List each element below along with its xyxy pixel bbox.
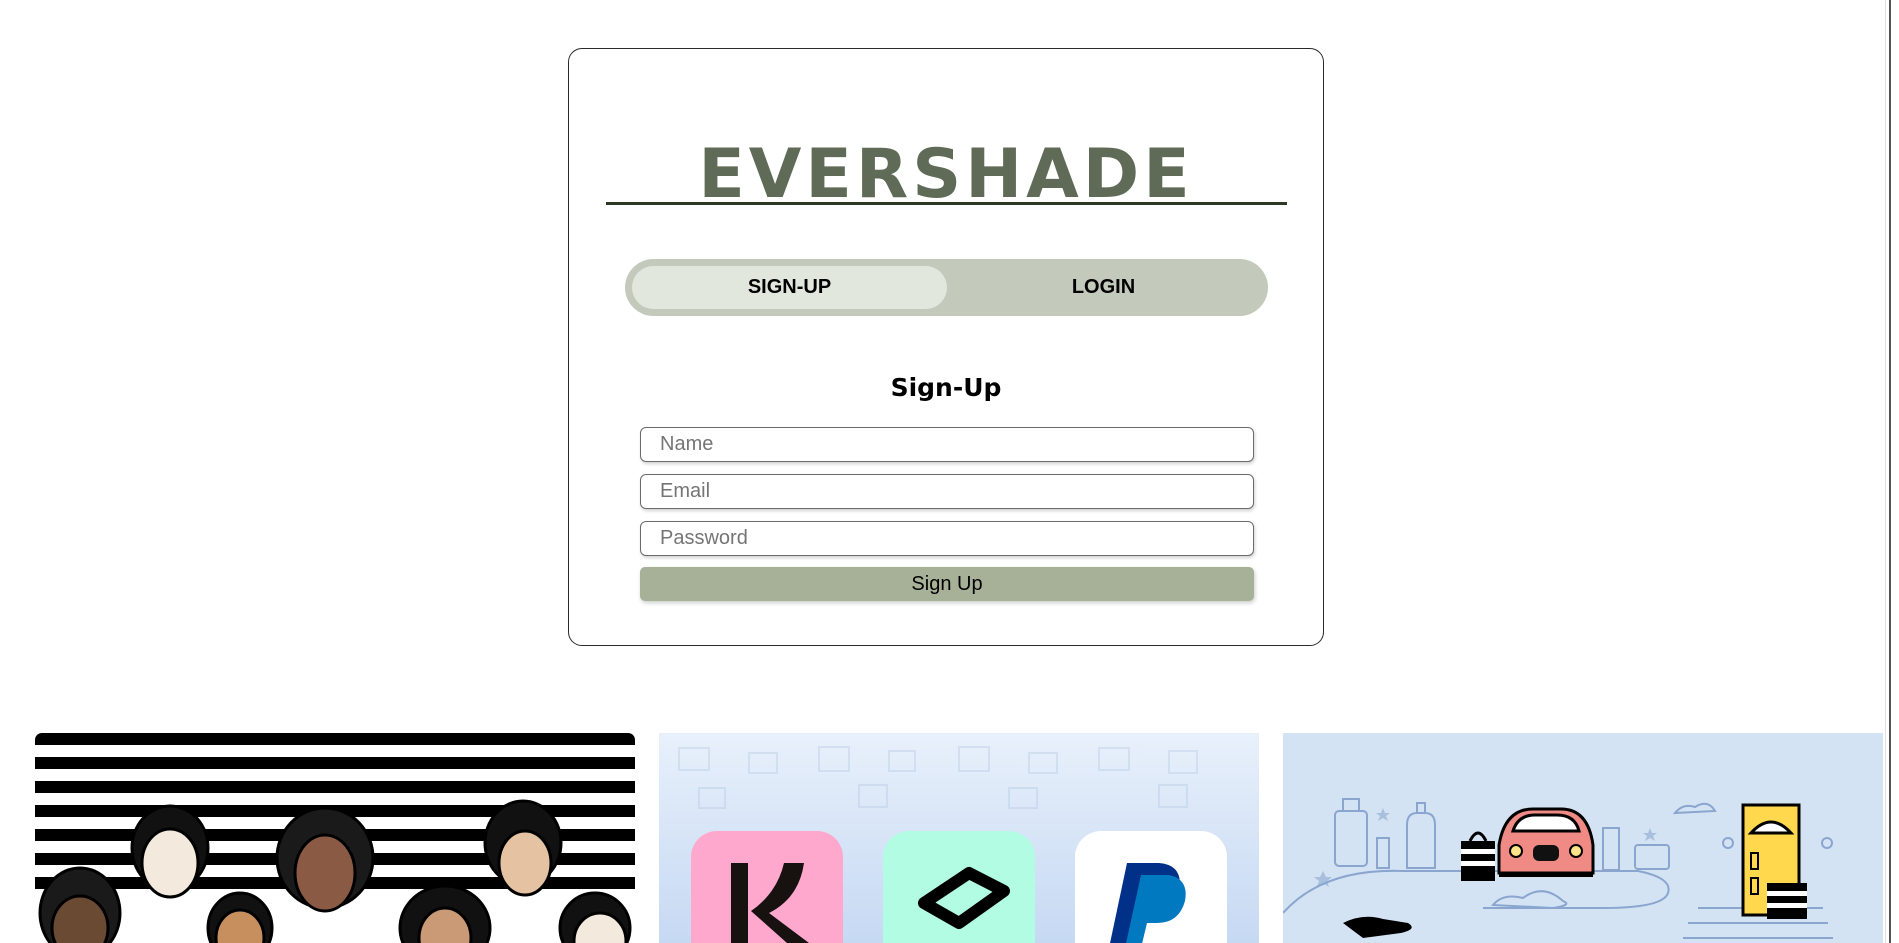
brand-logo-title: EVERSHADE: [698, 135, 1194, 214]
signup-submit-button[interactable]: Sign Up: [640, 567, 1254, 601]
women-portraits-illustration: [35, 733, 635, 943]
front-door-icon: [1741, 803, 1807, 919]
shopping-bag-icon: [1461, 831, 1495, 881]
auth-tab-switch: SIGN-UP LOGIN: [625, 259, 1268, 316]
paypal-app-icon: [1075, 831, 1227, 943]
brand-divider: [606, 202, 1287, 205]
promo-banner-payment-apps[interactable]: [659, 733, 1259, 943]
payment-apps-illustration: [678, 746, 1227, 943]
vertical-scrollbar[interactable]: [1885, 0, 1899, 943]
signup-form-heading: Sign-Up: [890, 373, 1002, 402]
tab-signup[interactable]: SIGN-UP: [632, 266, 947, 309]
scrollbar-line: [1889, 0, 1891, 943]
hand-icon: [1343, 916, 1412, 938]
shopping-delivery-illustration: [1283, 798, 1833, 939]
auth-card: EVERSHADE SIGN-UP LOGIN Sign-Up Sign Up: [568, 48, 1324, 646]
email-input[interactable]: [640, 474, 1254, 509]
promo-banner-women[interactable]: [35, 733, 635, 943]
name-input[interactable]: [640, 427, 1254, 462]
car-icon: [1497, 807, 1595, 877]
password-input[interactable]: [640, 521, 1254, 556]
afterpay-app-icon: [883, 831, 1035, 943]
tab-login[interactable]: LOGIN: [946, 266, 1261, 309]
klarna-app-icon: [691, 831, 843, 943]
promo-banner-shopping[interactable]: [1283, 733, 1883, 943]
